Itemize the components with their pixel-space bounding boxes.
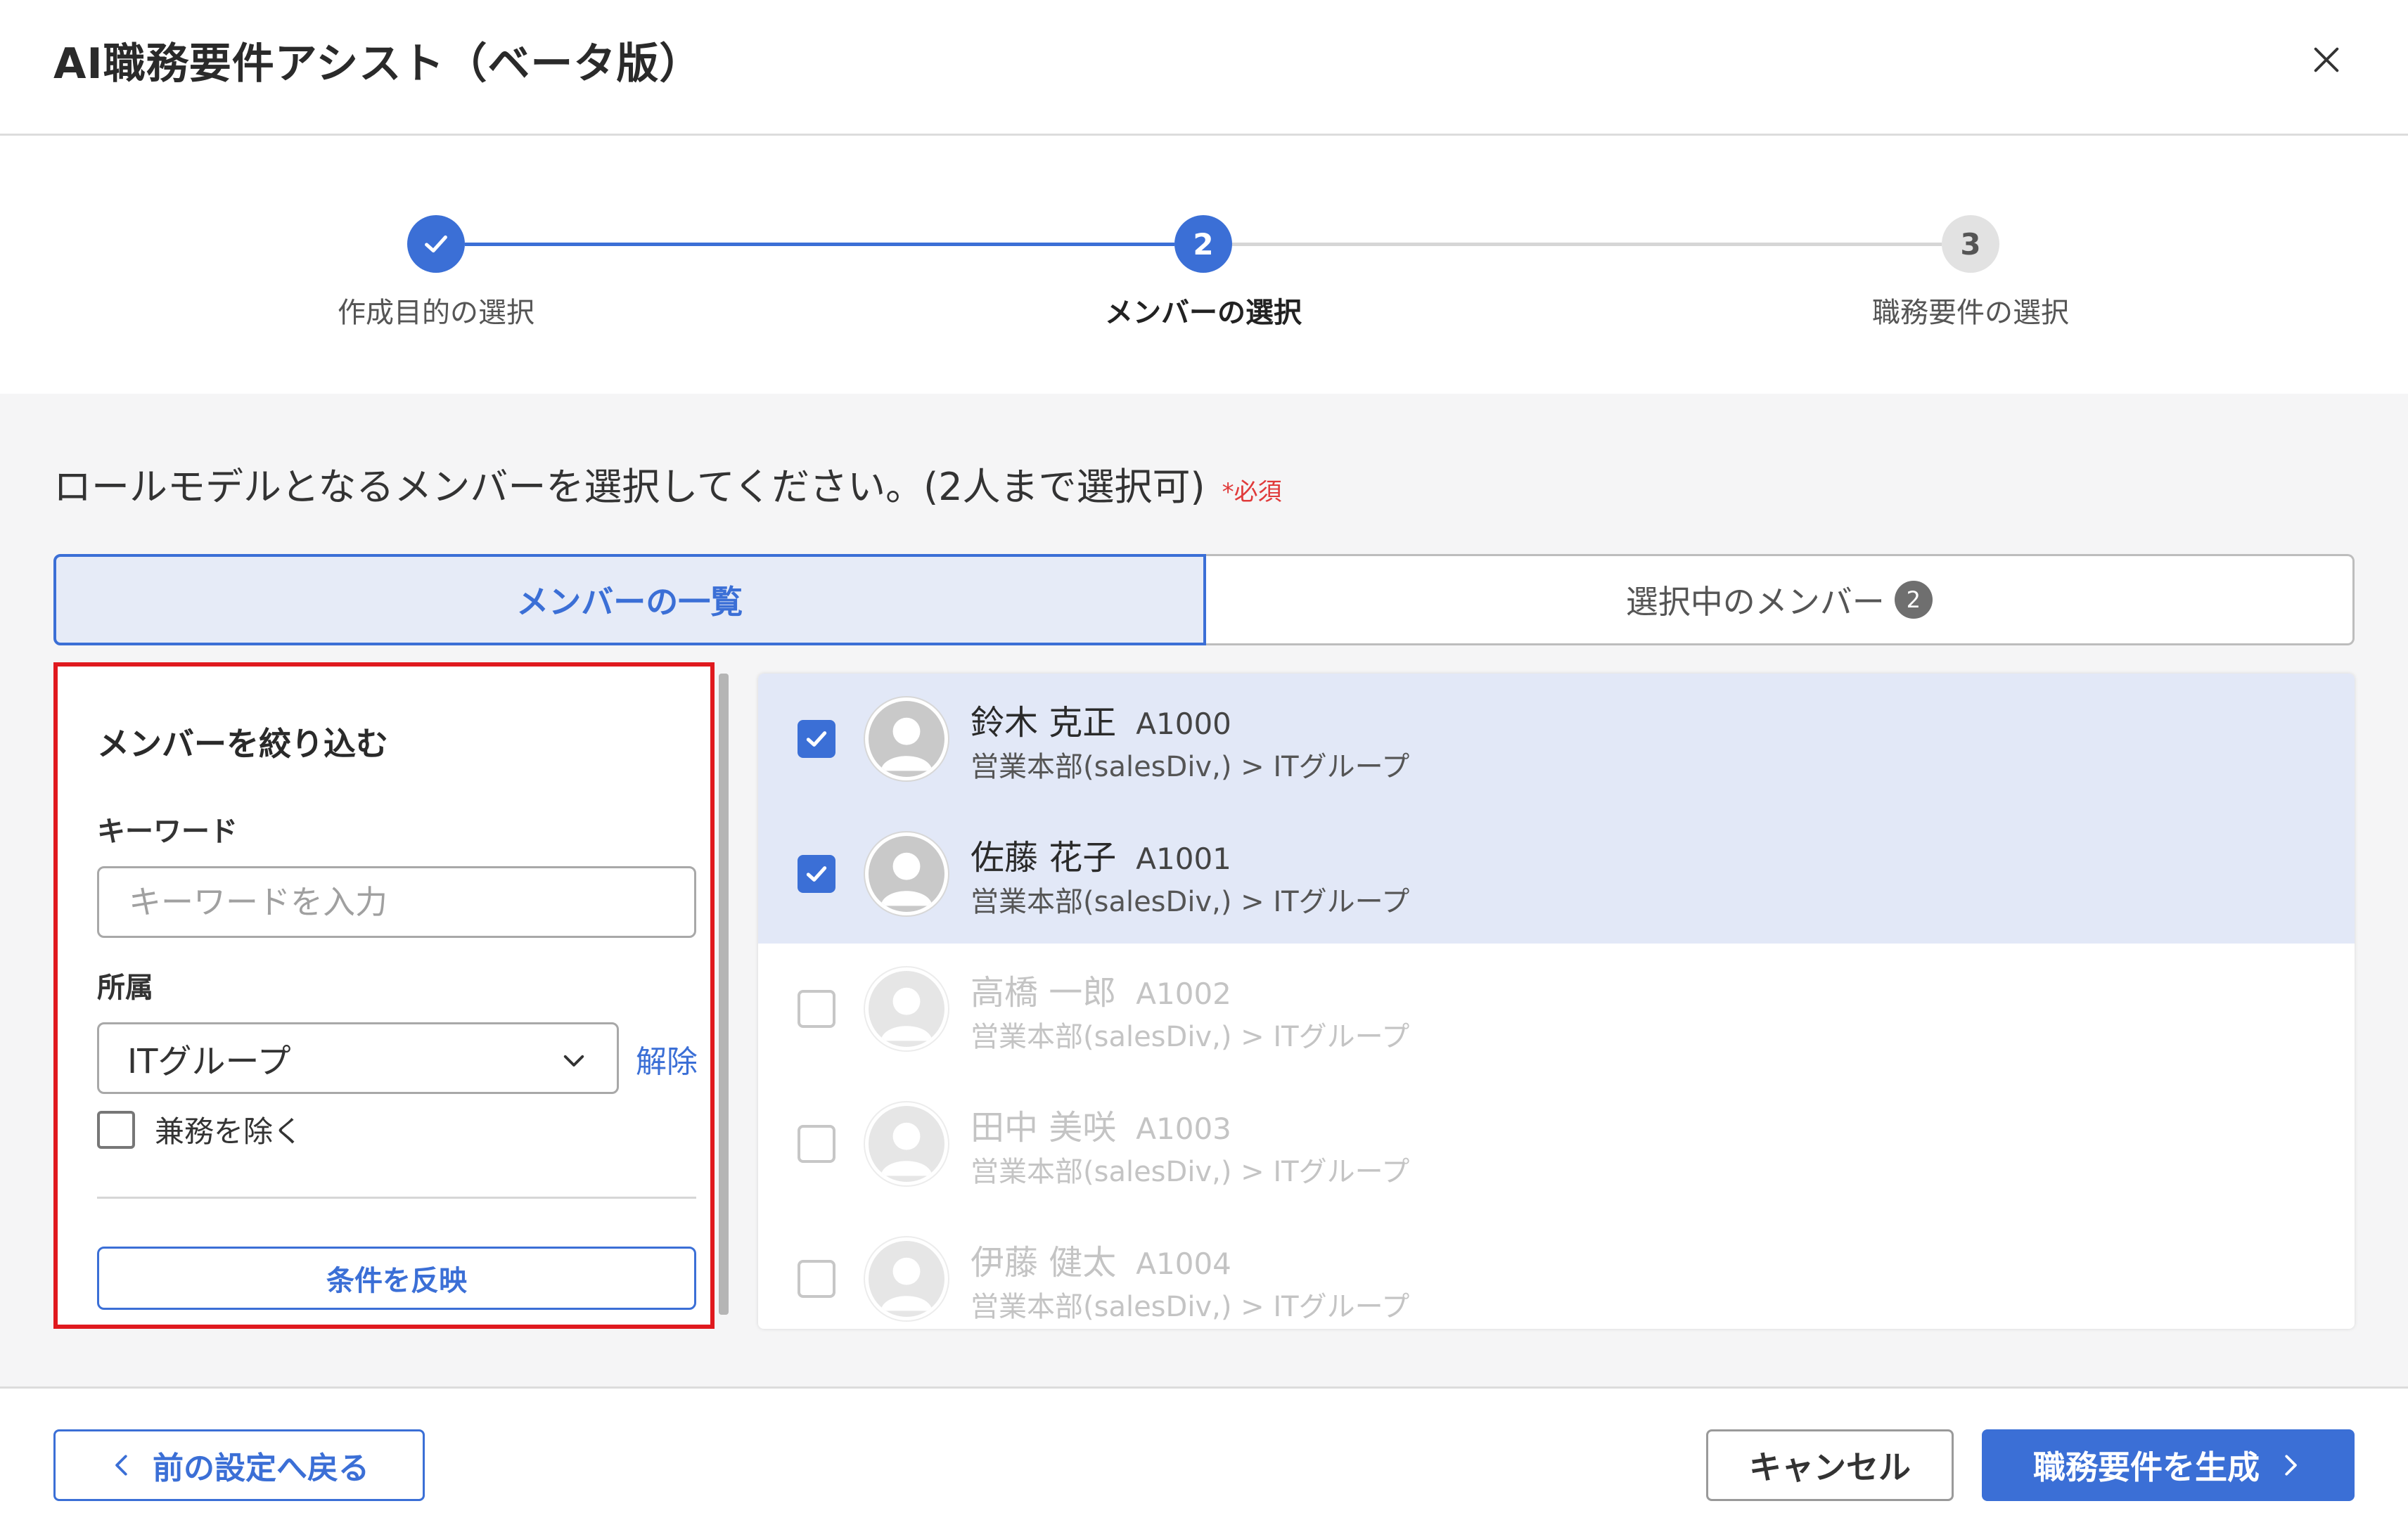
dialog-title: AI職務要件アシスト（ベータ版） <box>53 39 703 89</box>
selected-count-badge: 2 <box>1894 581 1933 619</box>
member-row[interactable]: 鈴木 克正 A1000 営業本部(salesDiv,) > ITグループ <box>758 674 2355 809</box>
exclude-concurrent-label: 兼務を除く <box>155 1114 303 1149</box>
step-2-label: メンバーの選択 <box>1105 297 1302 329</box>
clear-affiliation-link[interactable]: 解除 <box>636 1036 698 1081</box>
chevron-left-icon <box>115 1455 127 1476</box>
affiliation-label: 所属 <box>97 972 153 1004</box>
tab-member-list[interactable]: メンバーの一覧 <box>53 554 1206 645</box>
stepper: 2 3 作成目的の選択 メンバーの選択 職務要件の選択 <box>0 138 2408 394</box>
member-department: 営業本部(salesDiv,) > ITグループ <box>971 886 1410 918</box>
tab-selected-members-label: 選択中のメンバー <box>1625 583 1885 621</box>
step-2-indicator: 2 <box>1174 215 1232 273</box>
member-checkbox[interactable] <box>798 990 835 1028</box>
instruction: ロールモデルとなるメンバーを選択してください。(2人まで選択可) *必須 <box>53 456 1282 511</box>
person-icon <box>880 852 933 906</box>
instruction-text: ロールモデルとなるメンバーを選択してください。(2人まで選択可) <box>53 465 1205 509</box>
member-id: A1001 <box>1136 842 1231 876</box>
member-name: 高橋 一郎 <box>971 973 1117 1012</box>
dialog: AI職務要件アシスト（ベータ版） 2 3 作成目的の選択 メンバーの選択 職務要… <box>0 0 2408 1532</box>
member-id: A1004 <box>1136 1247 1231 1281</box>
close-button[interactable] <box>2293 35 2360 84</box>
main-content: ロールモデルとなるメンバーを選択してください。(2人まで選択可) *必須 メンバー… <box>0 394 2408 1386</box>
back-button[interactable]: 前の設定へ戻る <box>53 1429 425 1501</box>
dialog-header: AI職務要件アシスト（ベータ版） <box>0 0 2408 136</box>
keyword-label: キーワード <box>97 816 238 848</box>
member-department: 営業本部(salesDiv,) > ITグループ <box>971 751 1410 783</box>
member-department: 営業本部(salesDiv,) > ITグループ <box>971 1291 1410 1323</box>
person-icon <box>880 1257 933 1311</box>
affiliation-value: ITグループ <box>127 1042 291 1081</box>
member-department: 営業本部(salesDiv,) > ITグループ <box>971 1156 1410 1188</box>
step-3-indicator: 3 <box>1942 215 1999 273</box>
member-row[interactable]: 佐藤 花子 A1001 営業本部(salesDiv,) > ITグループ <box>758 809 2355 944</box>
keyword-input[interactable] <box>97 866 696 938</box>
tab-selected-members[interactable]: 選択中のメンバー 2 <box>1205 554 2355 645</box>
member-checkbox[interactable] <box>798 1260 835 1298</box>
close-icon <box>2314 47 2339 72</box>
generate-button[interactable]: 職務要件を生成 <box>1982 1429 2355 1501</box>
step-1-label: 作成目的の選択 <box>338 297 534 329</box>
apply-filter-button[interactable]: 条件を反映 <box>97 1247 696 1310</box>
filter-title: メンバーを絞り込む <box>97 725 388 763</box>
tab-member-list-label: メンバーの一覧 <box>516 583 743 621</box>
avatar <box>865 967 948 1050</box>
member-id: A1002 <box>1136 977 1231 1011</box>
member-name-line: 伊藤 健太 A1004 <box>971 1235 1231 1284</box>
exclude-concurrent-checkbox[interactable]: 兼務を除く <box>97 1108 302 1151</box>
check-icon <box>806 731 827 747</box>
filter-scrollbar[interactable] <box>719 674 729 1315</box>
member-row[interactable]: 田中 美咲 A1003 営業本部(salesDiv,) > ITグループ <box>758 1079 2355 1214</box>
member-id: A1000 <box>1136 707 1231 741</box>
member-name: 鈴木 克正 <box>971 703 1117 742</box>
avatar <box>865 697 948 780</box>
avatar <box>865 832 948 915</box>
filter-divider <box>97 1197 696 1199</box>
person-icon <box>880 1122 933 1176</box>
check-icon <box>806 866 827 882</box>
filter-panel: メンバーを絞り込む キーワード 所属 ITグループ 解除 兼務を除く 条件を反映 <box>53 662 715 1329</box>
step-connector-pending <box>1232 243 1942 246</box>
member-name: 佐藤 花子 <box>971 838 1117 877</box>
step-connector-completed <box>465 243 1174 246</box>
person-icon <box>880 717 933 771</box>
back-button-label: 前の設定へ戻る <box>153 1450 369 1486</box>
chevron-down-icon <box>563 1055 584 1067</box>
person-icon <box>880 987 933 1041</box>
member-name-line: 田中 美咲 A1003 <box>971 1100 1231 1149</box>
generate-button-label: 職務要件を生成 <box>2033 1448 2260 1486</box>
required-mark: *必須 <box>1222 478 1282 506</box>
member-tabs: メンバーの一覧 選択中のメンバー 2 <box>53 554 2355 645</box>
checkbox-box[interactable] <box>97 1110 135 1149</box>
avatar <box>865 1102 948 1185</box>
member-id: A1003 <box>1136 1112 1231 1146</box>
step-3-label: 職務要件の選択 <box>1872 297 2069 329</box>
member-name: 田中 美咲 <box>971 1108 1117 1147</box>
dialog-footer: 前の設定へ戻る キャンセル 職務要件を生成 <box>0 1386 2408 1532</box>
member-name: 伊藤 健太 <box>971 1243 1117 1282</box>
chevron-right-icon <box>2285 1455 2297 1476</box>
member-list: 鈴木 克正 A1000 営業本部(salesDiv,) > ITグループ 佐藤 花… <box>758 674 2355 1329</box>
step-1-indicator <box>407 215 465 273</box>
member-checkbox[interactable] <box>798 720 835 758</box>
member-checkbox[interactable] <box>798 1125 835 1163</box>
member-checkbox[interactable] <box>798 855 835 893</box>
affiliation-select[interactable]: ITグループ <box>97 1022 619 1094</box>
avatar <box>865 1237 948 1320</box>
cancel-button[interactable]: キャンセル <box>1706 1429 1954 1501</box>
member-row[interactable]: 伊藤 健太 A1004 営業本部(salesDiv,) > ITグループ <box>758 1214 2355 1329</box>
member-row[interactable]: 高橋 一郎 A1002 営業本部(salesDiv,) > ITグループ <box>758 944 2355 1079</box>
member-name-line: 鈴木 克正 A1000 <box>971 695 1231 744</box>
check-icon <box>425 235 447 253</box>
member-name-line: 高橋 一郎 A1002 <box>971 965 1231 1014</box>
member-name-line: 佐藤 花子 A1001 <box>971 830 1231 879</box>
member-department: 営業本部(salesDiv,) > ITグループ <box>971 1021 1410 1053</box>
